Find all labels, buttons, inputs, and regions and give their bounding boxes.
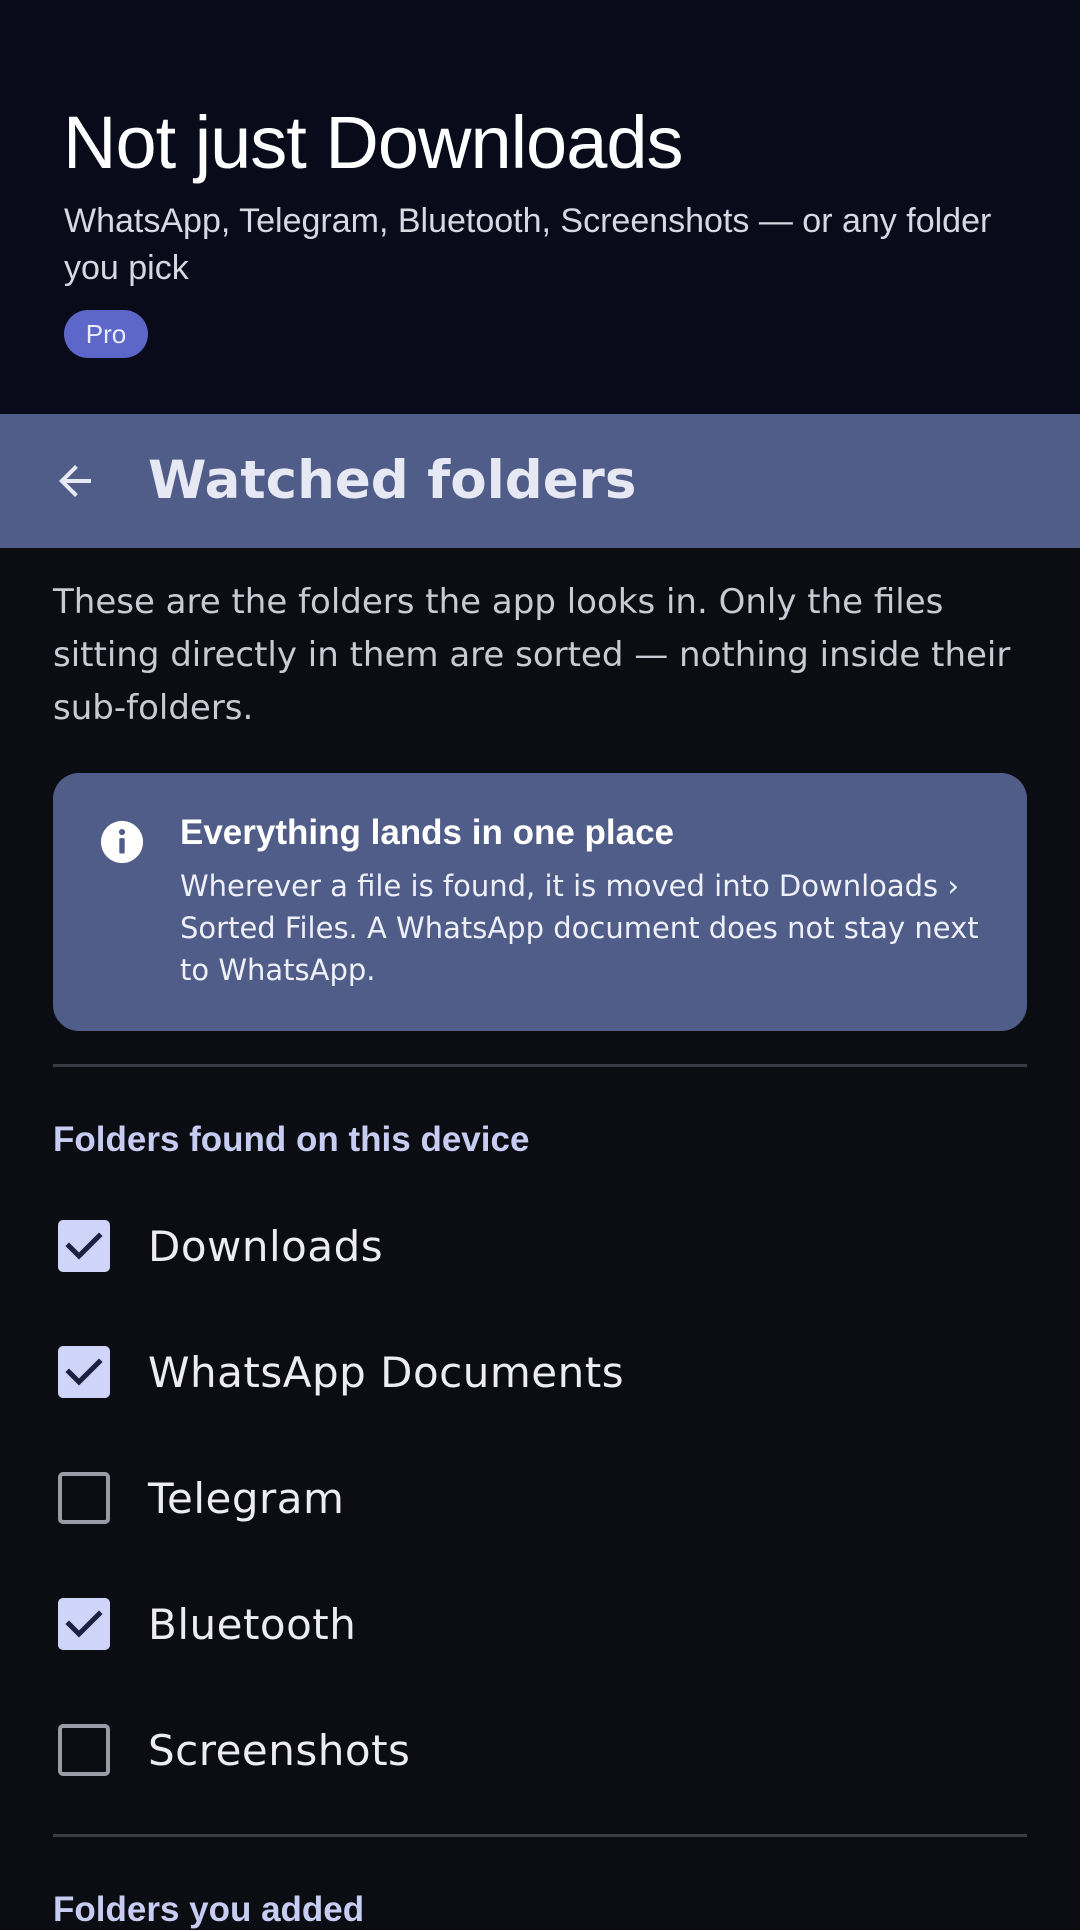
promo-banner: Not just Downloads WhatsApp, Telegram, B…	[0, 0, 1080, 414]
folder-label: Downloads	[148, 1222, 384, 1271]
info-card-body: Wherever a file is found, it is moved in…	[180, 869, 979, 987]
promo-subtitle: WhatsApp, Telegram, Bluetooth, Screensho…	[64, 202, 992, 287]
folder-row[interactable]: Bluetooth	[0, 1562, 1080, 1688]
checkbox-checked[interactable]	[58, 1220, 110, 1272]
arrow-back-icon	[59, 465, 91, 497]
intro-text: These are the folders the app looks in. …	[53, 582, 1011, 728]
info-icon	[100, 820, 144, 864]
folder-label: Telegram	[148, 1474, 345, 1523]
folder-row[interactable]: WhatsApp Documents	[0, 1310, 1080, 1436]
check-icon	[65, 1358, 103, 1386]
promo-title: Not just Downloads	[63, 101, 684, 184]
folder-row[interactable]: Screenshots	[0, 1688, 1080, 1814]
checkbox-checked[interactable]	[58, 1598, 110, 1650]
checkbox-unchecked[interactable]	[58, 1724, 110, 1776]
section-heading-added: Folders you added	[53, 1890, 365, 1929]
info-card-heading: Everything lands in one place	[180, 813, 675, 852]
folder-label: Screenshots	[148, 1726, 411, 1775]
info-card: Everything lands in one place Wherever a…	[53, 773, 1027, 1031]
pro-badge: Pro	[64, 310, 148, 358]
checkbox-checked[interactable]	[58, 1346, 110, 1398]
divider	[53, 1834, 1027, 1837]
back-button[interactable]	[42, 448, 108, 514]
section-heading-found: Folders found on this device	[53, 1120, 530, 1159]
app-bar: Watched folders	[0, 414, 1080, 548]
folder-label: Bluetooth	[148, 1600, 357, 1649]
check-icon	[65, 1610, 103, 1638]
check-icon	[65, 1232, 103, 1260]
divider	[53, 1064, 1027, 1067]
page-title: Watched folders	[148, 450, 637, 511]
folder-label: WhatsApp Documents	[148, 1348, 625, 1397]
folder-row[interactable]: Downloads	[0, 1184, 1080, 1310]
checkbox-unchecked[interactable]	[58, 1472, 110, 1524]
folder-row[interactable]: Telegram	[0, 1436, 1080, 1562]
